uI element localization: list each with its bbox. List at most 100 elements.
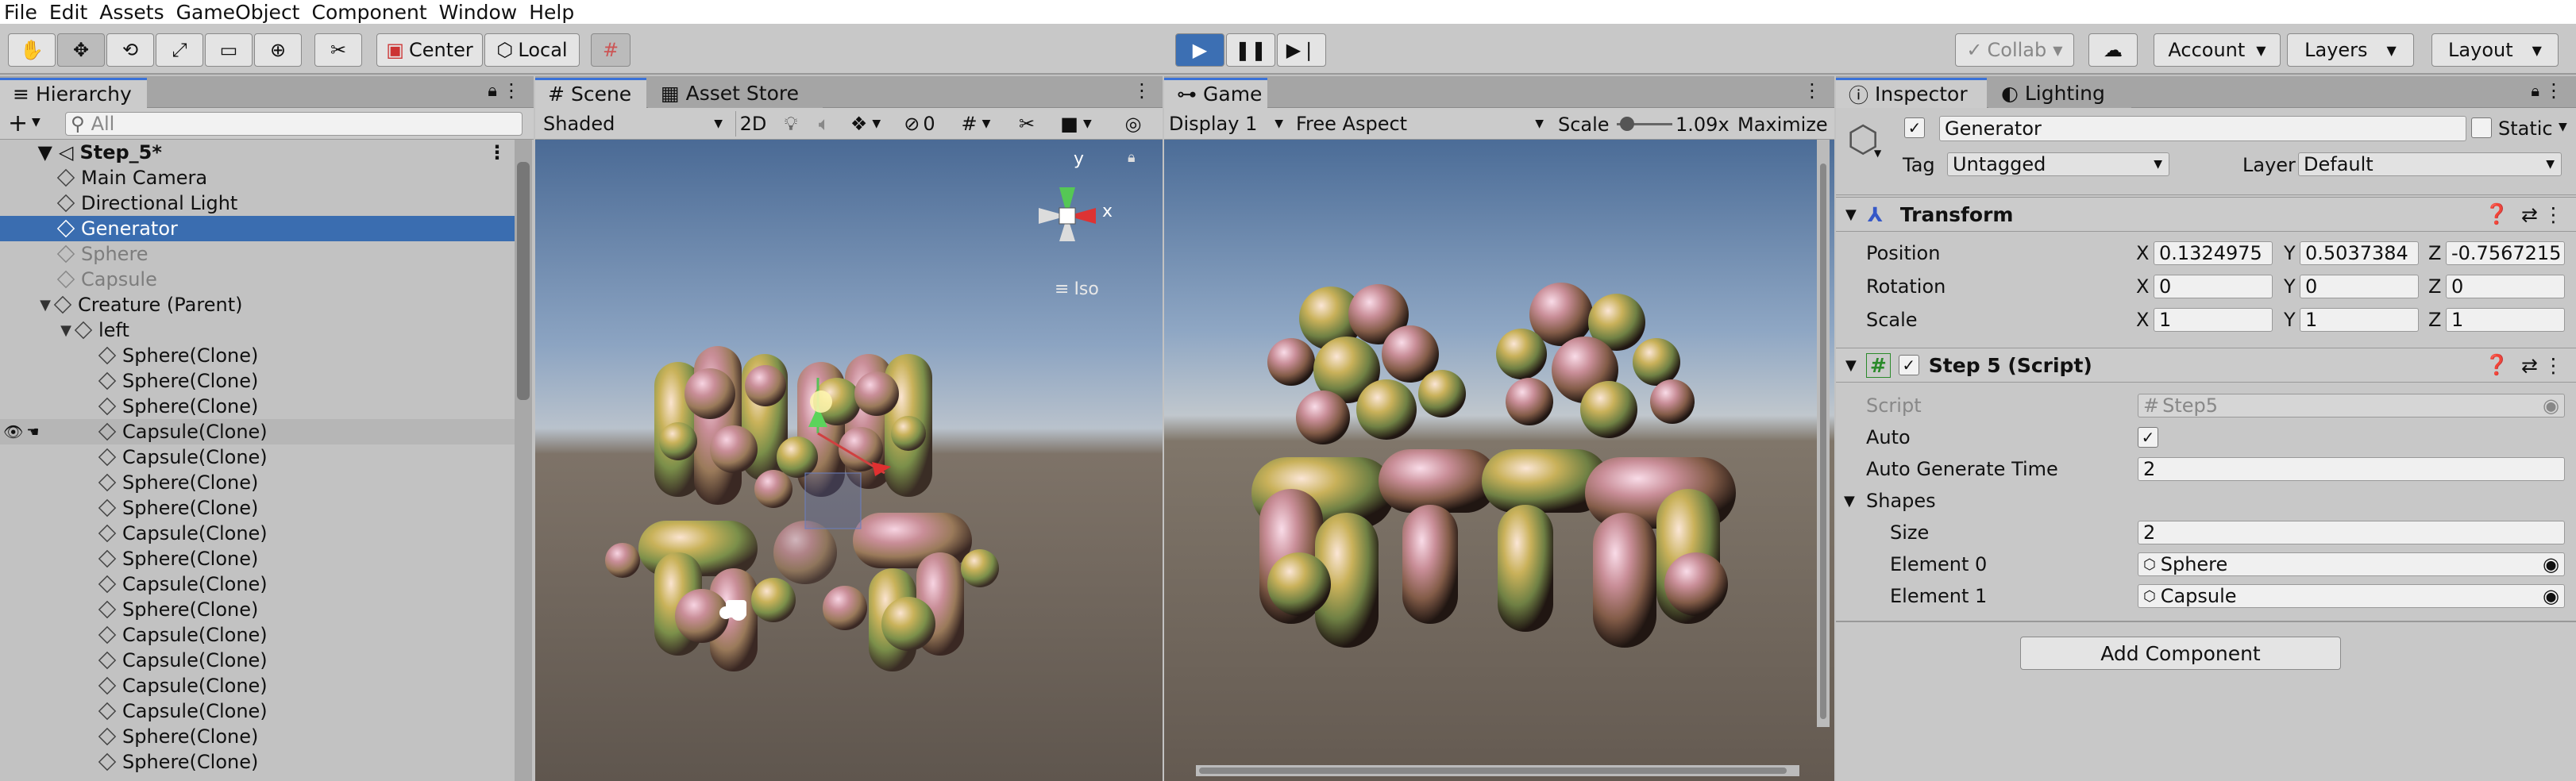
custom-tool-button[interactable]: ✂ — [314, 33, 362, 67]
element0-field[interactable]: ⬡ Sphere ◉ — [2138, 552, 2565, 576]
scale-z-field[interactable]: 1 — [2446, 308, 2565, 332]
scene-root-row[interactable]: ▼ ◁ Step_5* ⋮ — [0, 140, 516, 165]
object-name-input[interactable]: Generator — [1939, 116, 2466, 141]
toggle-2d-button[interactable]: 2D — [735, 111, 770, 137]
display-dropdown[interactable]: Display 1 ▼ — [1169, 111, 1288, 137]
game-vertical-thumb[interactable] — [1820, 164, 1826, 719]
add-icon[interactable]: + — [8, 110, 28, 137]
projection-toggle[interactable]: ≡ Iso — [1055, 279, 1099, 299]
move-tool-button[interactable]: ✥ — [57, 33, 105, 67]
camera-dropdown[interactable]: ■ ▼ — [1048, 111, 1104, 137]
orientation-gizmo[interactable] — [1039, 187, 1096, 241]
maximize-toggle[interactable]: Maximize — [1737, 113, 1833, 136]
tag-dropdown[interactable]: Untagged ▼ — [1947, 152, 2169, 176]
layers-dropdown[interactable]: Layers ▼ — [2287, 33, 2414, 67]
hierarchy-item[interactable]: Capsule(Clone) — [0, 622, 516, 648]
hierarchy-item[interactable]: Directional Light — [0, 190, 516, 216]
hierarchy-item[interactable]: Sphere(Clone) — [0, 470, 516, 495]
scene-viewport[interactable]: y x 🔒︎ ≡ Iso — [535, 140, 1163, 781]
pivot-center-button[interactable]: ▣ Center — [376, 33, 483, 67]
hierarchy-item[interactable]: Capsule(Clone) — [0, 673, 516, 698]
size-field[interactable]: 2 — [2138, 521, 2565, 544]
hierarchy-item[interactable]: ▼ Creature (Parent) — [0, 292, 516, 317]
game-horizontal-thumb[interactable] — [1199, 768, 1787, 774]
hierarchy-item[interactable]: Sphere(Clone) — [0, 368, 516, 394]
auto-checkbox[interactable]: ✓ — [2138, 427, 2158, 448]
hierarchy-scrollbar[interactable] — [515, 140, 532, 781]
game-vertical-scrollbar[interactable] — [1817, 140, 1830, 727]
layout-dropdown[interactable]: Layout ▼ — [2431, 33, 2559, 67]
effects-dropdown[interactable]: ❖ ▼ — [842, 111, 889, 137]
rotation-z-field[interactable]: 0 — [2446, 275, 2565, 298]
element1-field[interactable]: ⬡ Capsule ◉ — [2138, 584, 2565, 608]
chevron-down-icon[interactable]: ▼ — [32, 116, 40, 129]
menu-edit[interactable]: Edit — [45, 1, 95, 24]
menu-component[interactable]: Component — [308, 1, 435, 24]
kebab-menu-icon[interactable]: ⋮ — [488, 141, 507, 164]
game-horizontal-scrollbar[interactable] — [1196, 765, 1799, 776]
hierarchy-item[interactable]: Sphere(Clone) — [0, 394, 516, 419]
collab-dropdown[interactable]: ✓ Collab ▼ — [1955, 33, 2074, 67]
hand-tool-button[interactable]: ✋ — [8, 33, 56, 67]
space-local-button[interactable]: ⬡ Local — [484, 33, 580, 67]
grid-dropdown[interactable]: # ▼ — [948, 111, 1004, 137]
active-checkbox[interactable]: ✓ — [1904, 117, 1925, 138]
menu-gameobject[interactable]: GameObject — [172, 1, 308, 24]
static-checkbox[interactable] — [2471, 117, 2492, 138]
snap-button[interactable]: # — [591, 33, 631, 67]
game-viewport[interactable] — [1164, 140, 1834, 781]
object-picker-icon[interactable]: ◉ — [2543, 553, 2559, 575]
tab-game[interactable]: ⊶ Game — [1164, 78, 1267, 108]
lighting-toggle[interactable]: 💡︎ — [775, 111, 807, 137]
account-dropdown[interactable]: Account ▼ — [2154, 33, 2281, 67]
hierarchy-item[interactable]: Capsule — [0, 267, 516, 292]
script-enabled-checkbox[interactable]: ✓ — [1898, 355, 1919, 375]
position-y-field[interactable]: 0.5037384 — [2300, 241, 2419, 265]
aspect-dropdown[interactable]: Free Aspect ▼ — [1296, 111, 1550, 137]
tab-lighting[interactable]: ◐ Lighting — [1988, 78, 2131, 108]
script-component-header[interactable]: ▼ # ✓ Step 5 (Script) ❓ ⇄ ⋮ — [1836, 348, 2576, 383]
hierarchy-item[interactable]: Sphere(Clone) — [0, 724, 516, 749]
hierarchy-item[interactable]: Generator — [0, 216, 516, 241]
menu-file[interactable]: File — [0, 1, 45, 24]
transform-tool-button[interactable]: ⊕ — [254, 33, 302, 67]
hierarchy-item[interactable]: Capsule(Clone) — [0, 648, 516, 673]
pause-button[interactable]: ❚❚ — [1226, 33, 1275, 67]
scale-x-field[interactable]: 1 — [2154, 308, 2273, 332]
hierarchy-item[interactable]: Sphere — [0, 241, 516, 267]
tab-scene[interactable]: # Scene — [535, 78, 646, 108]
layer-dropdown[interactable]: Default ▼ — [2298, 152, 2562, 176]
rotate-tool-button[interactable]: ⟲ — [106, 33, 154, 67]
chevron-down-icon[interactable]: ▼ — [2559, 121, 2567, 133]
shapes-row[interactable]: ▼ Shapes — [1836, 486, 2576, 516]
tools-button[interactable]: ✂ — [1007, 111, 1047, 137]
tab-hierarchy[interactable]: ≡ Hierarchy — [0, 78, 147, 108]
help-icon[interactable]: ❓ — [2485, 353, 2509, 377]
help-icon[interactable]: ❓ — [2485, 202, 2509, 226]
tab-inspector[interactable]: ⓘ Inspector — [1836, 78, 1987, 108]
hierarchy-item[interactable]: Sphere(Clone) — [0, 597, 516, 622]
hierarchy-item[interactable]: Capsule(Clone) — [0, 419, 516, 444]
kebab-menu-icon[interactable]: ⋮ — [1132, 79, 1151, 102]
hierarchy-item[interactable]: Sphere(Clone) — [0, 749, 516, 775]
preset-icon[interactable]: ⇄ — [2521, 203, 2538, 226]
kebab-menu-icon[interactable]: ⋮ — [2543, 203, 2563, 226]
hierarchy-scroll-thumb[interactable] — [517, 162, 530, 400]
menu-assets[interactable]: Assets — [95, 1, 172, 24]
step-button[interactable]: ▶❘ — [1277, 33, 1326, 67]
hierarchy-item[interactable]: Sphere(Clone) — [0, 495, 516, 521]
kebab-menu-icon[interactable]: ⋮ — [1803, 79, 1822, 102]
rotation-y-field[interactable]: 0 — [2300, 275, 2419, 298]
hidden-objects-toggle[interactable]: ⊘ 0 — [894, 111, 945, 137]
shading-dropdown[interactable]: Shaded ▼ — [538, 111, 729, 137]
tab-asset-store[interactable]: ▦ Asset Store — [648, 78, 823, 108]
menu-help[interactable]: Help — [525, 1, 582, 24]
hierarchy-search-input[interactable]: ⚲ All — [65, 112, 523, 136]
pick-hand-icon[interactable]: ☚ — [26, 424, 39, 441]
hierarchy-item[interactable]: Sphere(Clone) — [0, 546, 516, 571]
auto-time-field[interactable]: 2 — [2138, 457, 2565, 481]
rect-tool-button[interactable]: ▭ — [205, 33, 253, 67]
scale-slider-thumb[interactable] — [1620, 117, 1634, 131]
hierarchy-item[interactable]: Sphere(Clone) — [0, 343, 516, 368]
lock-icon[interactable]: 🔒︎ — [1128, 149, 1136, 166]
